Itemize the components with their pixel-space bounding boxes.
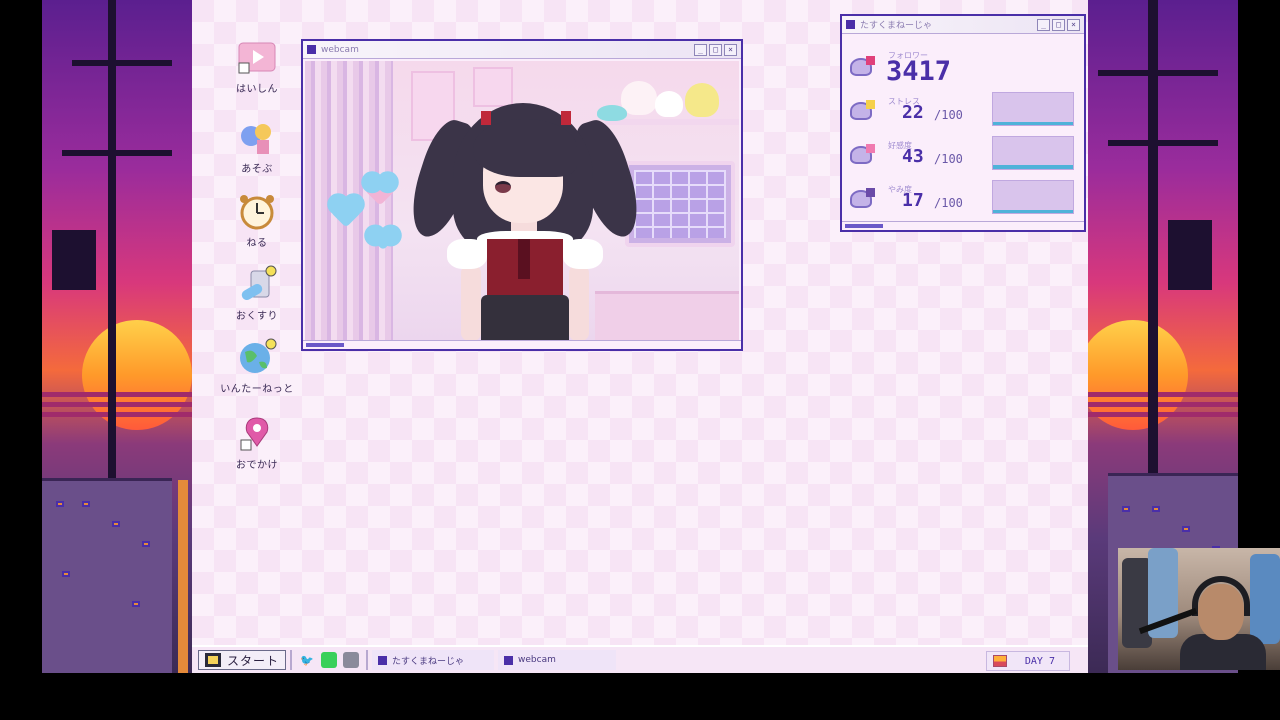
sunset-icon — [992, 655, 1007, 667]
maximize-button[interactable]: □ — [1052, 18, 1065, 31]
minimize-button[interactable]: _ — [694, 43, 707, 56]
stress-row — [848, 96, 876, 122]
taskbar-separator — [366, 650, 369, 670]
map-pin-icon — [237, 414, 277, 454]
sun-stripe — [1088, 392, 1238, 397]
globe-icon — [237, 338, 277, 378]
building — [42, 478, 172, 673]
webcam-title: webcam — [321, 44, 359, 55]
sun-stripe — [42, 402, 192, 407]
pole-crossbar — [1098, 70, 1218, 76]
streamer-facecam — [1118, 548, 1280, 670]
system-tray: DAY 7 — [985, 651, 1070, 671]
task-item-task-manager[interactable]: たすくまねーじゃ — [372, 650, 495, 670]
affection-icon — [848, 140, 876, 166]
followers-row — [848, 52, 876, 78]
maximize-button[interactable]: □ — [709, 43, 722, 56]
sun-stripe — [42, 412, 192, 417]
stress-max: /100 — [934, 108, 963, 122]
desktop-icon-medicine[interactable]: おくすり — [217, 265, 297, 322]
window-icon — [307, 45, 316, 54]
webcam-titlebar[interactable]: webcam _ □ × — [303, 41, 741, 59]
darkness-max: /100 — [934, 196, 963, 210]
heart-balloon — [371, 227, 395, 251]
left-scenery — [42, 0, 192, 673]
task-manager-titlebar[interactable]: たすくまねーじゃ _ □ × — [842, 16, 1084, 34]
desktop-icon-play[interactable]: あそぶ — [217, 118, 297, 175]
desktop-icon-stream[interactable]: はいしん — [217, 38, 297, 95]
window-icon — [504, 655, 514, 665]
alarm-clock-icon — [237, 192, 277, 232]
darkness-row — [848, 184, 876, 210]
window-icon — [378, 655, 388, 665]
darkness-gauge — [992, 180, 1074, 214]
desktop: はいしん あそぶ ねる おくすり いんたーねっと おでかけ webcam _ □… — [192, 0, 1088, 645]
darkness-icon — [848, 184, 876, 210]
task-manager-window[interactable]: たすくまねーじゃ _ □ × フォロワー 3417 ストレス 22 /100 好… — [840, 14, 1086, 232]
hanging-clothes — [1250, 554, 1280, 644]
affection-value: 43 — [902, 146, 924, 167]
game-icon — [237, 118, 277, 158]
plush — [655, 91, 683, 117]
headphones-icon — [1192, 576, 1250, 616]
taskbar-separator — [290, 650, 293, 670]
stress-value: 22 — [902, 102, 924, 123]
twitter-icon[interactable]: 🐦 — [299, 652, 315, 668]
desktop-icon-outing[interactable]: おでかけ — [217, 414, 297, 471]
window-status-bar — [842, 221, 1084, 230]
start-button[interactable]: スタート — [198, 650, 287, 670]
character — [401, 89, 649, 341]
affection-max: /100 — [934, 152, 963, 166]
start-label: スタート — [227, 653, 280, 668]
sun-stripe — [1088, 402, 1238, 407]
transformer — [1168, 220, 1212, 290]
stress-gauge — [992, 92, 1074, 126]
affection-gauge — [992, 136, 1074, 170]
start-logo-icon — [205, 653, 221, 667]
window-icon — [846, 20, 855, 29]
desktop-icon-internet[interactable]: いんたーねっと — [217, 338, 297, 395]
desktop-icon-sleep[interactable]: ねる — [217, 192, 297, 249]
pole-crossbar — [62, 150, 172, 156]
close-button[interactable]: × — [1067, 18, 1080, 31]
stress-icon — [848, 96, 876, 122]
task-manager-title: たすくまねーじゃ — [860, 21, 933, 31]
task-item-webcam[interactable]: webcam — [498, 650, 617, 670]
plush — [685, 83, 719, 117]
followers-icon — [848, 52, 876, 78]
sun-stripe — [42, 392, 192, 397]
room-monitor — [625, 161, 735, 247]
webcam-window[interactable]: webcam _ □ × — [301, 39, 743, 351]
transformer — [52, 230, 96, 290]
affection-row — [848, 140, 876, 166]
monitor-icon[interactable] — [343, 652, 360, 668]
darkness-value: 17 — [902, 190, 924, 211]
pole-crossbar — [72, 60, 172, 66]
window-status-bar — [303, 340, 741, 349]
taskbar: スタート 🐦 たすくまねーじゃ webcam DAY 7 — [192, 645, 1088, 673]
pole-crossbar — [1108, 140, 1218, 146]
building-edge — [178, 480, 188, 673]
webcam-feed — [305, 61, 739, 341]
followers-value: 3417 — [886, 56, 952, 87]
sun-stripe — [1088, 412, 1238, 417]
play-icon — [237, 38, 277, 78]
minimize-button[interactable]: _ — [1037, 18, 1050, 31]
pills-icon — [237, 265, 277, 305]
day-counter: DAY 7 — [1024, 655, 1055, 667]
chat-icon[interactable] — [321, 652, 338, 668]
shelf — [605, 119, 739, 125]
close-button[interactable]: × — [724, 43, 737, 56]
